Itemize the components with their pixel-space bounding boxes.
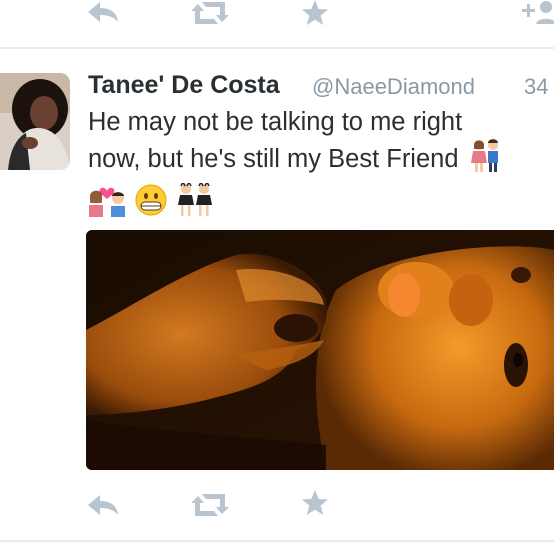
add-user-icon[interactable] xyxy=(520,0,554,24)
tweet-divider xyxy=(0,540,554,542)
emoji-row xyxy=(88,180,518,226)
tweet-photo[interactable] xyxy=(86,230,554,470)
reply-icon[interactable] xyxy=(86,493,120,517)
timestamp[interactable]: 34 xyxy=(524,74,548,100)
reply-icon[interactable] xyxy=(86,0,120,24)
couple-holding-hands-emoji xyxy=(470,138,502,182)
star-icon[interactable] xyxy=(301,0,329,26)
tweet-divider xyxy=(0,47,554,49)
author-name[interactable]: Tanee' De Costa xyxy=(88,71,280,100)
tweet-text-line: He may not be talking to me right xyxy=(88,108,463,136)
dancers-emoji xyxy=(176,180,214,226)
author-handle[interactable]: @NaeeDiamond xyxy=(312,74,475,100)
grinning-emoji xyxy=(135,184,167,225)
retweet-icon[interactable] xyxy=(190,0,230,26)
retweet-icon[interactable] xyxy=(190,492,230,518)
tweet-text: He may not be talking to me right now, b… xyxy=(88,107,518,226)
kiss-couple-emoji xyxy=(88,183,126,226)
avatar[interactable] xyxy=(0,73,70,170)
star-icon[interactable] xyxy=(301,490,329,516)
tweet-text-line-content: now, but he's still my Best Friend xyxy=(88,144,459,173)
tweet-text-line: now, but he's still my Best Friend xyxy=(88,138,518,182)
